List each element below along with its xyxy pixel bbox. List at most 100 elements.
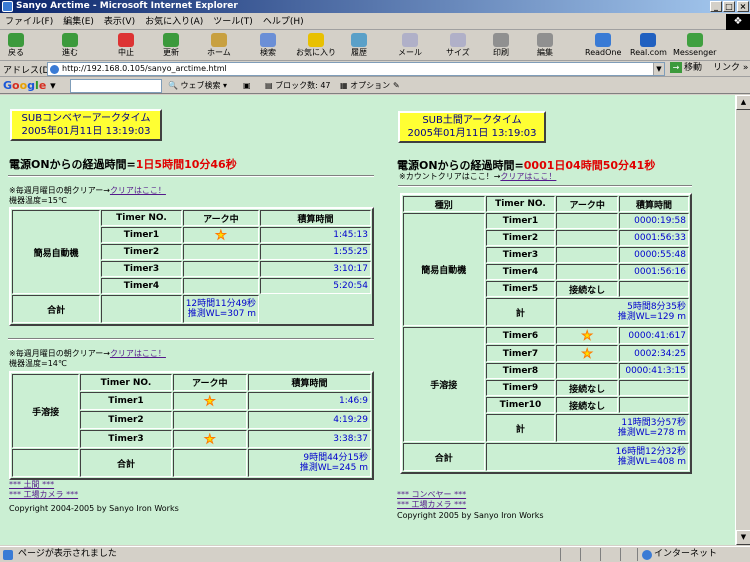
header-arc: アーク中 (182, 210, 260, 226)
right-note: ※カウントクリアはここ！→クリアはここ！ (399, 172, 557, 181)
arc-cell (556, 247, 619, 263)
readone-icon (595, 33, 612, 47)
scroll-up-icon[interactable]: ▲ (736, 95, 750, 110)
history-icon (351, 33, 367, 47)
link-factory-camera[interactable]: *** 工場カメラ *** (9, 490, 78, 500)
total-row: 合計 12時間11分49秒 推測WL=307 m (12, 295, 371, 323)
search-icon (260, 33, 276, 47)
mail-icon (402, 33, 418, 47)
timer-time: 3:38:37 (247, 430, 371, 448)
clear-link-2[interactable]: クリアはここ！ (110, 349, 166, 358)
link-conveyor[interactable]: *** コンベヤー *** (397, 490, 466, 500)
google-web-search-button[interactable]: 🔍 ウェブ検索 ▾ (168, 80, 227, 92)
timer-name: Timer4 (101, 278, 182, 294)
total-label: 合計 (403, 443, 485, 471)
arc-cell (556, 230, 619, 246)
google-search-input[interactable] (70, 79, 162, 93)
group-label: 簡易自動機 (12, 210, 101, 294)
mail-button[interactable]: メール (398, 33, 422, 57)
right-elapsed-value: 0001日04時間50分41秒 (523, 159, 656, 172)
right-title: SUB土間アークタイム (422, 115, 522, 126)
address-label: アドレス(D) (3, 66, 53, 76)
messenger-button[interactable]: Messenger (673, 33, 716, 57)
back-button[interactable]: 戻る (8, 33, 24, 57)
menu-file[interactable]: ファイル(F) (0, 14, 58, 30)
address-input[interactable]: http://192.168.0.105/sanyo_arctime.html … (47, 62, 665, 76)
home-button[interactable]: ホーム (207, 33, 231, 57)
total-time: 16時間12分32秒 (615, 447, 686, 457)
size-button[interactable]: サイズ (446, 33, 470, 57)
highlight-icon[interactable]: ✎ (393, 80, 400, 92)
popup-blocker-button[interactable]: ▤ ブロック数: 47 (265, 80, 331, 92)
total-wl: 推測WL=307 m (187, 309, 257, 319)
print-icon (493, 33, 509, 47)
stop-button[interactable]: 中止 (118, 33, 134, 57)
timer-name: Timer6 (485, 327, 556, 344)
timer-time (619, 281, 689, 297)
arc-cell (182, 278, 260, 294)
google-options-button[interactable]: ▦ オプション (340, 80, 390, 92)
forward-button[interactable]: 進む (62, 33, 78, 57)
readone-button[interactable]: ReadOne (585, 33, 621, 57)
right-table: 種別 Timer NO. アーク中 積算時間 簡易自動機 Timer1 0000… (400, 193, 692, 474)
favorites-button[interactable]: お気に入り (296, 33, 336, 57)
divider (398, 185, 692, 187)
right-links: *** コンベヤー *** *** 工場カメラ *** (397, 490, 466, 510)
links-button[interactable]: リンク » (713, 62, 748, 75)
left-table-1: 簡易自動機 Timer NO. アーク中 積算時間 Timer1 1:45:13… (9, 207, 374, 326)
timer-name: Timer4 (485, 264, 556, 280)
menu-view[interactable]: 表示(V) (99, 14, 140, 30)
page-done-icon (3, 550, 13, 560)
edit-icon (537, 33, 553, 47)
ie-icon (2, 1, 13, 12)
menu-edit[interactable]: 編集(E) (58, 14, 99, 30)
timer-name: Timer10 (485, 397, 556, 413)
status-bar: ページが表示されました インターネット (0, 546, 750, 562)
google-logo[interactable]: Google ▾ (3, 79, 56, 93)
scroll-down-icon[interactable]: ▼ (736, 530, 750, 545)
google-page-icon[interactable]: ▣ (243, 80, 251, 92)
search-button[interactable]: 検索 (260, 33, 276, 57)
maximize-button[interactable]: □ (723, 1, 735, 12)
menu-favorites[interactable]: お気に入り(A) (140, 14, 208, 30)
right-clear-link[interactable]: クリアはここ！ (500, 172, 556, 181)
subtotal-wl: 推測WL=278 m (617, 428, 686, 438)
realcom-button[interactable]: Real.com (630, 33, 667, 57)
menu-tools[interactable]: ツール(T) (208, 14, 258, 30)
close-button[interactable]: × (737, 1, 749, 12)
timer-time: 0000:19:58 (619, 213, 689, 229)
timer-time: 0001:56:33 (619, 230, 689, 246)
header-total-time: 積算時間 (260, 210, 371, 226)
total-wl: 推測WL=408 m (617, 457, 686, 467)
subtotal-wl: 推測WL=129 m (617, 312, 686, 322)
link-factory-camera[interactable]: *** 工場カメラ *** (397, 500, 466, 510)
star-icon (203, 432, 217, 445)
print-button[interactable]: 印刷 (493, 33, 509, 57)
arc-cell (172, 411, 247, 429)
refresh-button[interactable]: 更新 (163, 33, 179, 57)
history-button[interactable]: 履歴 (351, 33, 367, 57)
menu-help[interactable]: ヘルプ(H) (258, 14, 309, 30)
total-cell: 9時間44分15秒 推測WL=245 m (247, 449, 371, 477)
edit-button[interactable]: 編集 (537, 33, 553, 57)
right-copyright: Copyright 2005 by Sanyo Iron Works (397, 511, 544, 520)
right-elapsed: 電源ONからの経過時間=0001日04時間50分41秒 (397, 159, 656, 172)
go-button[interactable]: → 移動 (670, 62, 702, 75)
total-wl: 推測WL=245 m (299, 463, 368, 473)
refresh-icon (163, 33, 179, 47)
address-dropdown-icon[interactable]: ▼ (653, 63, 664, 75)
link-doma[interactable]: *** 土間 *** (9, 480, 78, 490)
vertical-scrollbar[interactable]: ▲ ▼ (735, 95, 750, 545)
left-table-2: 手溶接 Timer NO. アーク中 積算時間 Timer1 1:46:9 Ti… (9, 371, 374, 480)
subtotal-cell: 11時間3分57秒 推測WL=278 m (556, 414, 689, 442)
address-bar: アドレス(D) http://192.168.0.105/sanyo_arcti… (0, 61, 750, 77)
timer-name: Timer3 (485, 247, 556, 263)
header-timer-no: Timer NO. (101, 210, 182, 226)
minimize-button[interactable]: _ (710, 1, 722, 12)
group-label: 簡易自動機 (403, 213, 485, 326)
arc-cell (172, 430, 247, 448)
title-bar: Sanyo Arctime - Microsoft Internet Explo… (0, 0, 750, 13)
clear-link-1[interactable]: クリアはここ！ (110, 186, 166, 195)
arc-cell (182, 261, 260, 277)
total-label: 合計 (12, 295, 101, 323)
